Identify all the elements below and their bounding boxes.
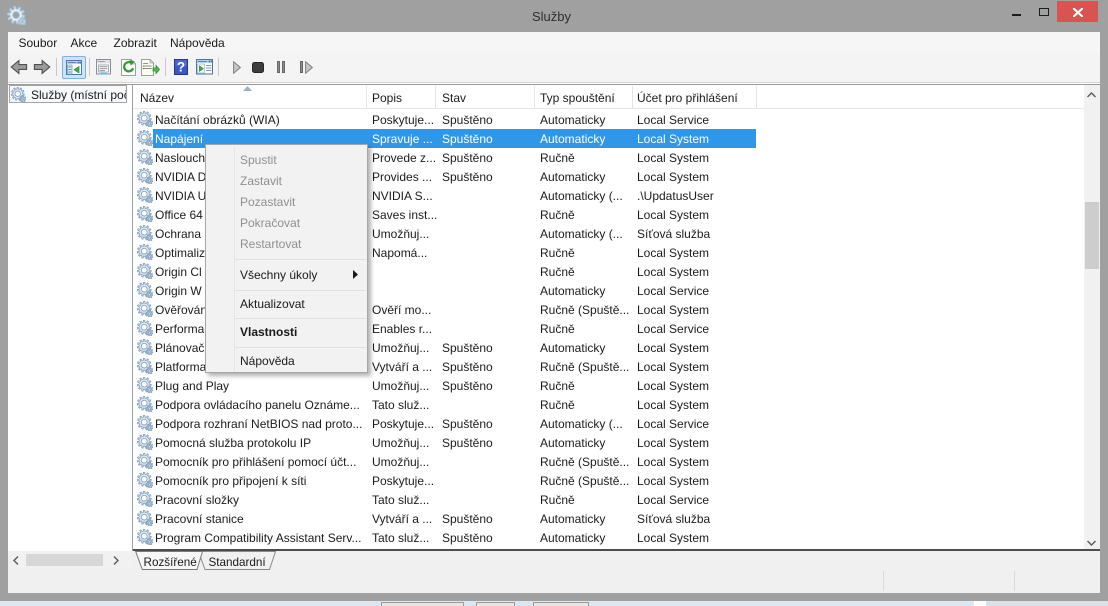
svg-text:?: ? [176,60,184,75]
